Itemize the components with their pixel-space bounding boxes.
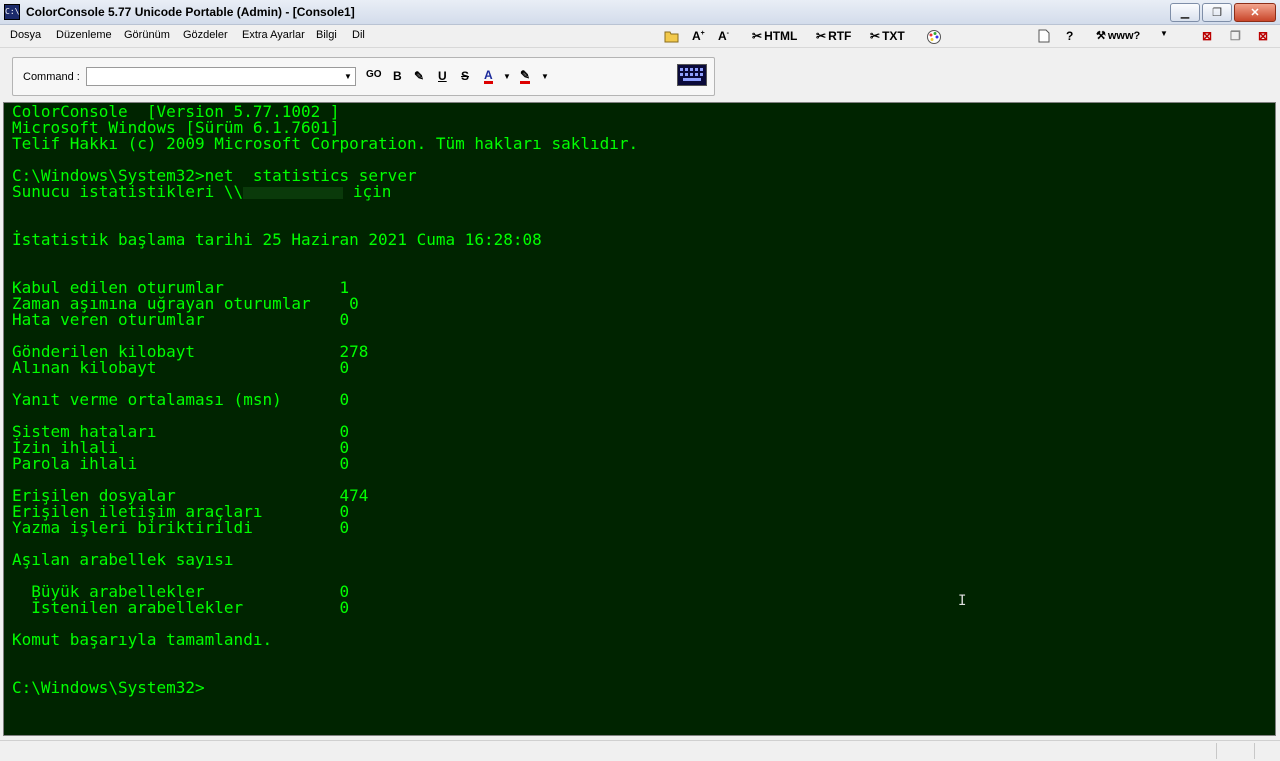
font-increase-button[interactable]: A+ [692, 29, 705, 43]
console-line: Aşılan arabellek sayısı [12, 550, 234, 569]
command-dropdown[interactable]: ▼ [340, 68, 356, 85]
menu-dosya[interactable]: Dosya [10, 29, 41, 41]
menu-dil[interactable]: Dil [352, 29, 365, 41]
keyboard-button[interactable] [677, 64, 707, 89]
export-rtf-label: RTF [828, 29, 852, 43]
console-line: Yanıt verme ortalaması (msn) 0 [12, 390, 350, 409]
console-line: İstenilen arabellekler 0 [12, 598, 350, 617]
status-bar [0, 740, 1280, 761]
close-tab-icon: ⊠ [1202, 29, 1213, 43]
menu-duzenleme[interactable]: Düzenleme [56, 29, 112, 41]
console-line: Telif Hakkı (c) 2009 Microsoft Corporati… [12, 134, 639, 153]
help-icon: ? [1066, 29, 1074, 43]
status-pane [1254, 743, 1255, 759]
minimize-icon: ▁ [1180, 7, 1190, 19]
www-dropdown[interactable]: ▼ [1160, 29, 1168, 38]
keyboard-icon [677, 64, 707, 86]
font-color-dropdown[interactable]: ▼ [503, 72, 511, 81]
www-label: www? [1107, 29, 1141, 42]
title-bar: C:\ ColorConsole 5.77 Unicode Portable (… [0, 0, 1280, 25]
font-decrease-button[interactable]: A- [718, 29, 729, 43]
palette-icon [927, 30, 941, 44]
export-html-button[interactable]: ✂ HTML [752, 29, 797, 43]
close-button[interactable]: ✕ [1234, 3, 1276, 22]
redacted-prefix: Sunucu istatistikleri \\ [12, 182, 244, 201]
tab-restore-button[interactable]: ❐ [1230, 29, 1241, 43]
console-line: Hata veren oturumlar 0 [12, 310, 350, 329]
chevron-down-icon: ▼ [344, 72, 352, 81]
redacted-server-name [243, 186, 344, 199]
scissors-icon: ✂ [816, 29, 827, 43]
window-controls: ▁ ❐ ✕ [1170, 3, 1276, 22]
console-line: Parola ihlali 0 [12, 454, 350, 473]
export-html-label: HTML [764, 29, 798, 43]
redacted-suffix: için [343, 182, 392, 201]
console-line: C:\Windows\System32> [12, 678, 205, 697]
window-title: ColorConsole 5.77 Unicode Portable (Admi… [26, 5, 355, 19]
underline-button[interactable]: U [438, 69, 447, 83]
exit-tab-icon: ⊠ [1258, 29, 1269, 43]
menu-bilgi[interactable]: Bilgi [316, 29, 337, 41]
restore-icon: ❐ [1212, 7, 1222, 19]
italic-button[interactable]: ✎ [414, 69, 424, 83]
pencil-icon: ✎ [414, 69, 425, 83]
command-panel: Command : ▼ GO B ✎ U S A ▼ ✎ ▼ [12, 57, 715, 96]
highlight-button[interactable]: ✎ [520, 68, 531, 84]
restore-tab-icon: ❐ [1230, 29, 1241, 43]
chevron-down-icon: ▼ [503, 72, 511, 81]
close-icon: ✕ [1250, 7, 1260, 19]
tab-exit-button[interactable]: ⊠ [1258, 29, 1268, 43]
tab-close-button[interactable]: ⊠ [1202, 29, 1212, 43]
highlight-dropdown[interactable]: ▼ [541, 72, 549, 81]
console-text: ColorConsole [Version 5.77.1002 ] Micros… [4, 103, 1275, 696]
menu-bar: Dosya Düzenleme Görünüm Gözdeler Extra A… [0, 25, 1280, 48]
font-color-button[interactable]: A [484, 69, 493, 84]
export-txt-label: TXT [882, 29, 905, 43]
export-rtf-button[interactable]: ✂ RTF [816, 29, 851, 43]
minimize-button[interactable]: ▁ [1170, 3, 1200, 22]
menu-extra-ayarlar[interactable]: Extra Ayarlar [242, 29, 305, 41]
chevron-down-icon: ▼ [1160, 29, 1168, 38]
scissors-icon: ✂ [752, 29, 763, 43]
document-icon [1038, 29, 1050, 43]
font-increase-icon: A+ [692, 29, 705, 43]
open-folder-button[interactable] [664, 29, 680, 43]
chevron-down-icon: ▼ [541, 72, 549, 81]
help-button[interactable]: ? [1066, 29, 1073, 43]
command-label: Command : [23, 71, 80, 83]
console-line: Komut başarıyla tamamlandı. [12, 630, 273, 649]
highlighter-icon: ✎ [520, 68, 531, 82]
bold-button[interactable]: B [393, 69, 402, 83]
scissors-icon: ✂ [870, 29, 881, 43]
console-output[interactable]: ColorConsole [Version 5.77.1002 ] Micros… [3, 102, 1276, 736]
strike-button[interactable]: S [461, 69, 469, 83]
command-bar: Command : ▼ GO B ✎ U S A ▼ ✎ ▼ [0, 48, 1280, 100]
console-line: Yazma işleri biriktirildi 0 [12, 518, 350, 537]
restore-button[interactable]: ❐ [1202, 3, 1232, 22]
status-pane [1216, 743, 1217, 759]
palette-button[interactable] [926, 29, 942, 45]
app-icon: C:\ [4, 4, 20, 20]
command-input[interactable] [86, 67, 356, 86]
console-line: Alınan kilobayt 0 [12, 358, 350, 377]
export-txt-button[interactable]: ✂ TXT [870, 29, 905, 43]
console-line: İstatistik başlama tarihi 25 Haziran 202… [12, 230, 542, 249]
menu-gozdeler[interactable]: Gözdeler [183, 29, 228, 41]
go-button[interactable]: GO [366, 69, 382, 80]
console-line-redacted: Sunucu istatistikleri \\ için [12, 182, 391, 201]
new-document-button[interactable] [1038, 29, 1050, 43]
menu-gorunum[interactable]: Görünüm [124, 29, 170, 41]
folder-open-icon [664, 31, 679, 43]
wrench-icon: ⚒ [1096, 30, 1106, 42]
www-button[interactable]: ⚒ www? [1096, 29, 1141, 43]
font-decrease-icon: A- [718, 29, 730, 43]
text-cursor-icon: I [958, 593, 967, 609]
